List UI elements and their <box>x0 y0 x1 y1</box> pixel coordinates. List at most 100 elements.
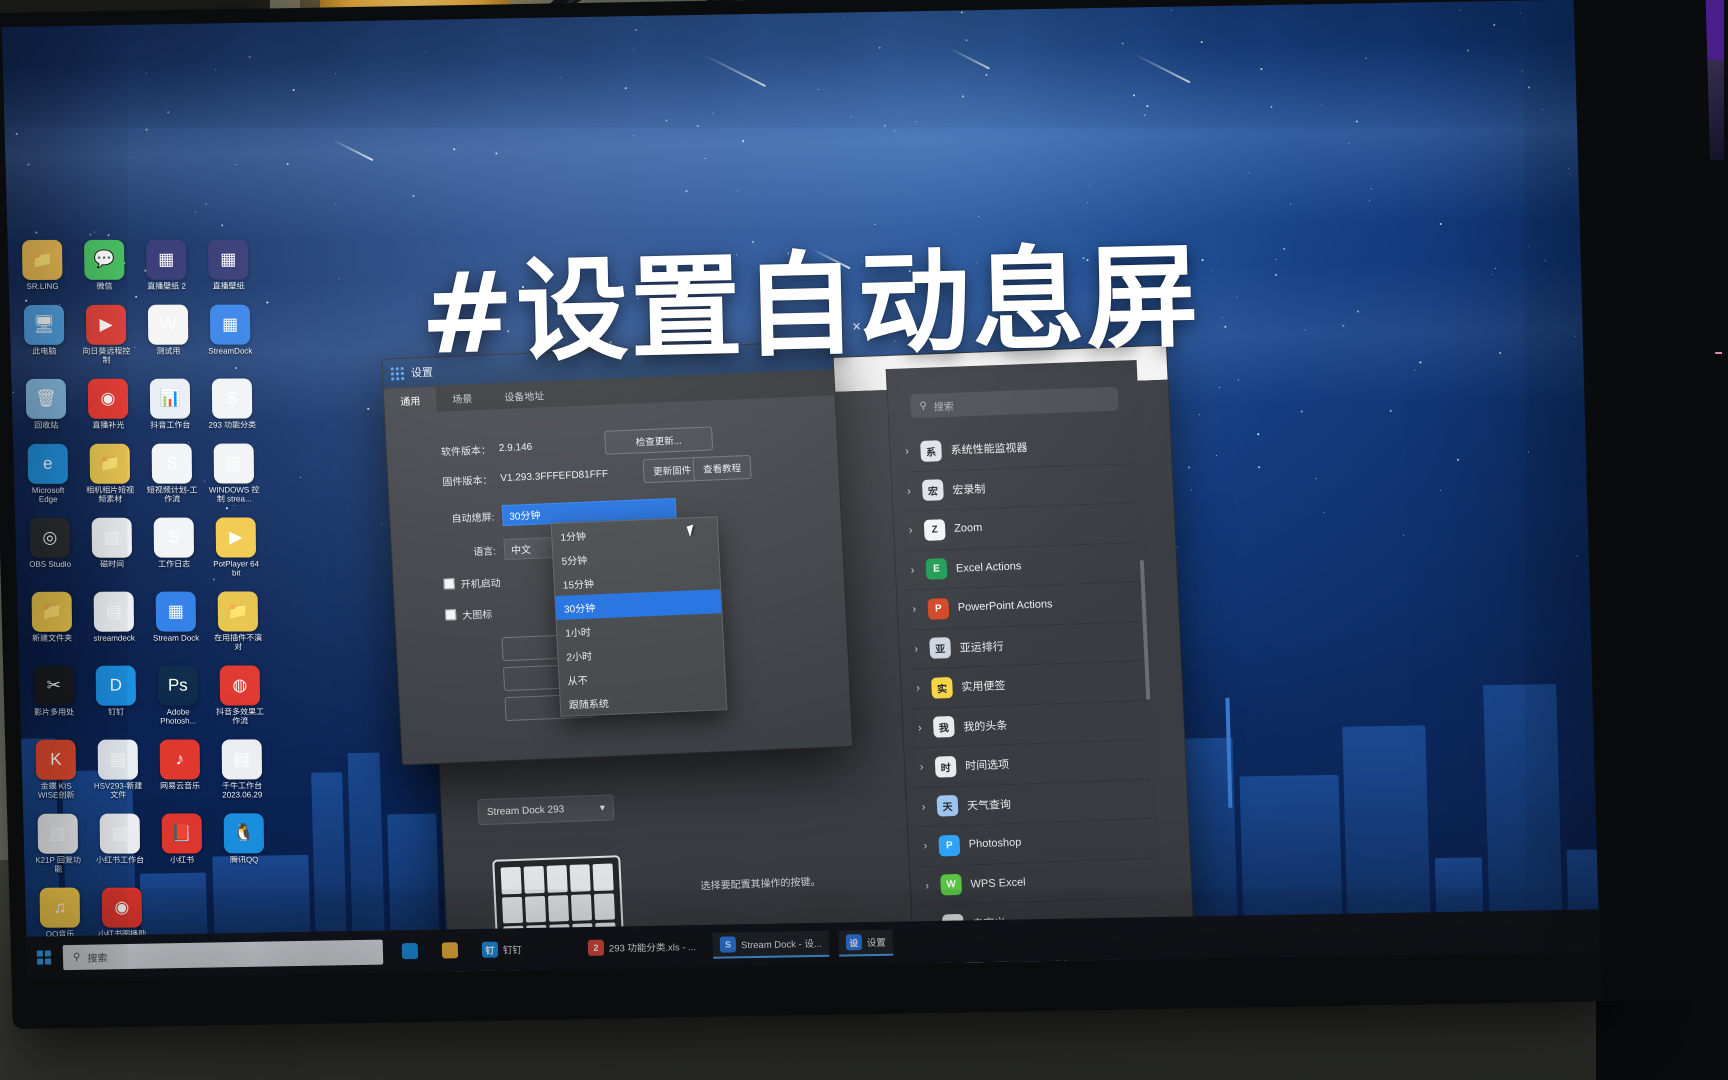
desktop-icon[interactable]: 🗑 回收站 <box>20 379 73 430</box>
desktop-icon[interactable]: 🐧 腾讯QQ <box>218 813 271 873</box>
desktop-icon-label: StreamDock <box>204 347 256 356</box>
desktop-icon[interactable]: ▶ PotPlayer 64 bit <box>210 517 263 577</box>
desktop-icon[interactable]: ▤ WINDOWS 控制 strea... <box>208 443 261 503</box>
desktop-icon[interactable]: ▤ 小红书工作台 <box>94 814 147 874</box>
powerpoint-icon: P <box>927 598 949 620</box>
chevron-icon[interactable]: › <box>919 801 929 813</box>
相机相片短视频素材-icon: 📁 <box>90 444 130 484</box>
dock-key[interactable] <box>594 893 615 920</box>
desktop-icon[interactable]: 📊 抖音工作台 <box>144 379 197 430</box>
taskbar-window[interactable]: 设设置 <box>838 930 893 957</box>
start-button[interactable] <box>37 950 51 964</box>
desktop-icon[interactable]: ▦ 直播壁纸 <box>202 240 255 291</box>
tab-0[interactable]: 通用 <box>384 387 437 414</box>
taskbar-window[interactable]: S Stream Dock - 设... <box>713 931 829 959</box>
dock-key[interactable] <box>570 864 591 891</box>
taskbar-app[interactable] <box>435 938 466 963</box>
taskbar-window[interactable]: 2 293 功能分类.xls - ... <box>581 933 704 961</box>
desktop-icon[interactable]: ▤ streamdeck <box>88 592 141 652</box>
desktop-icon-label: 测试用 <box>142 347 194 356</box>
taskbar-app[interactable]: 钉钉钉 <box>475 937 530 962</box>
desktop-icon[interactable]: ▤ K21P 回复功能 <box>32 814 85 874</box>
chevron-icon[interactable]: › <box>906 524 916 536</box>
tab-2[interactable]: 设备地址 <box>488 382 561 410</box>
chevron-icon[interactable]: › <box>915 722 925 734</box>
tab-1[interactable]: 场景 <box>436 385 489 412</box>
action-item-label: 亚运排行 <box>959 638 1004 656</box>
dock-key[interactable] <box>547 865 568 892</box>
desktop-icon[interactable]: ▦ StreamDock <box>204 305 257 365</box>
desktop-icon[interactable]: ▶ 向日葵远程控制 <box>80 305 133 365</box>
desktop-icon-label: 网易云音乐 <box>154 781 206 790</box>
Adobe Photosh...-icon: Ps <box>158 666 198 706</box>
taskbar-search-input[interactable]: ⚲ 搜索 <box>63 939 384 970</box>
desktop-icon[interactable]: S 工作日志 <box>148 518 201 578</box>
desktop-icon[interactable]: ◉ 直播补光 <box>82 379 135 430</box>
dock-key[interactable] <box>502 896 523 923</box>
desktop-icon[interactable]: ▤ 磁时间 <box>86 518 139 578</box>
taskbar-windows[interactable]: 2 293 功能分类.xls - ... S Stream Dock - 设... 设设… <box>581 930 894 961</box>
dock-key[interactable] <box>525 896 546 923</box>
bigicon-checkbox[interactable] <box>445 609 457 620</box>
desktop-icon[interactable]: ▦ Stream Dock <box>150 592 203 652</box>
desktop-icon[interactable]: 🖥 此电脑 <box>18 305 71 365</box>
desktop-icon[interactable]: W 测试用 <box>142 305 195 365</box>
bigicon-row[interactable]: 大图标 <box>445 606 493 623</box>
desktop-icon[interactable]: ◍ 抖音多效果工作流 <box>214 665 267 725</box>
building <box>1239 775 1342 926</box>
desktop-icon[interactable]: ✂ 影片多用处 <box>28 666 81 726</box>
腾讯QQ-icon: 🐧 <box>224 813 264 853</box>
dock-key[interactable] <box>592 863 613 890</box>
keypad-hint: 选择要配置其操作的按键。 <box>700 873 821 892</box>
chevron-icon[interactable]: › <box>922 880 932 892</box>
desktop-icon[interactable]: Ps Adobe Photosh... <box>152 666 205 726</box>
taskbar-pinned-apps[interactable]: 钉钉钉 <box>395 937 530 963</box>
search-input[interactable]: ⚲ 搜索 <box>910 387 1119 419</box>
dock-key[interactable] <box>501 867 522 894</box>
desktop-icon[interactable]: D 钉钉 <box>90 666 143 726</box>
dock-key[interactable] <box>548 895 569 922</box>
view-tutorial-button[interactable]: 查看教程 <box>692 455 751 481</box>
star <box>1201 41 1203 43</box>
check-update-button[interactable]: 检查更新... <box>604 426 713 454</box>
desktop-icon[interactable]: 📁 相机相片短视频素材 <box>84 444 137 504</box>
dock-key[interactable] <box>524 866 545 893</box>
settings-dialog[interactable]: × 设置 通用 场景 设备地址 软件版本： 2.9.146 检查更新... 固件版 <box>381 340 853 765</box>
auto-sleep-dropdown[interactable]: 1分钟 5分钟 15分钟 30分钟 1小时 2小时 从不 跟随系统 <box>551 516 728 717</box>
desktop-icon[interactable]: ◎ OBS Studio <box>24 518 77 578</box>
desktop-icon[interactable]: K 金蝶 KIS WISE创新 <box>30 740 83 800</box>
firmware-version-row: 固件版本： V1.293.3FFFEFD81FFF <box>428 467 608 489</box>
star <box>1258 466 1260 468</box>
desktop-icon[interactable]: 💬 微信 <box>78 240 131 291</box>
desktop-icon-grid[interactable]: 📁 SR.LING 💬 微信 ▦ 直播壁纸 2 ▦ 直播壁纸 🖥 此电脑 ▶ 向日葵远程控制 W 测试用 ▦… <box>16 238 276 964</box>
star <box>1315 478 1316 479</box>
firmware-version-value: V1.293.3FFFEFD81FFF <box>500 469 608 484</box>
desktop-icon[interactable]: ♪ 网易云音乐 <box>154 740 207 800</box>
desktop-icon[interactable]: S 短视频计划-工作流 <box>146 444 199 504</box>
desktop-icon[interactable]: 📕 小红书 <box>156 813 209 873</box>
chevron-icon[interactable]: › <box>902 446 912 458</box>
chevron-icon[interactable]: › <box>921 840 931 852</box>
chevron-icon[interactable]: › <box>917 761 927 773</box>
desktop-icon[interactable]: ▦ 直播壁纸 2 <box>140 240 193 291</box>
desktop-icon-label: 抖音工作台 <box>144 421 196 430</box>
chevron-icon[interactable]: › <box>910 603 920 615</box>
taskbar-app[interactable] <box>395 939 426 964</box>
desktop-icon[interactable]: 📁 在用插件不演对 <box>212 591 265 651</box>
chevron-icon[interactable]: › <box>913 682 923 694</box>
action-list[interactable]: › 系系统性能监视器 › 宏宏录制 › Z Zoom › E Excel Actions › P Pow… <box>898 424 1159 979</box>
desktop-icon[interactable]: 📁 SR.LING <box>16 240 69 291</box>
dock-key[interactable] <box>571 894 592 921</box>
device-select[interactable]: Stream Dock 293 ▾ <box>477 794 614 825</box>
desktop-icon[interactable]: ▤ 千牛工作台 2023.06.29 <box>216 739 269 799</box>
desktop-icon[interactable]: ▤ HSV293-新建文件 <box>92 740 145 800</box>
desktop-icon[interactable]: e Microsoft Edge <box>22 444 75 504</box>
chevron-icon[interactable]: › <box>911 643 921 655</box>
desktop-icon[interactable]: 📁 新建文件夹 <box>26 592 79 652</box>
chevron-icon[interactable]: › <box>908 564 918 576</box>
star <box>1390 410 1392 412</box>
chevron-icon[interactable]: › <box>904 485 914 497</box>
desktop-icon[interactable]: S 293 功能分类 <box>206 379 259 430</box>
autostart-checkbox[interactable] <box>443 578 455 589</box>
autostart-row[interactable]: 开机启动 <box>443 574 501 591</box>
